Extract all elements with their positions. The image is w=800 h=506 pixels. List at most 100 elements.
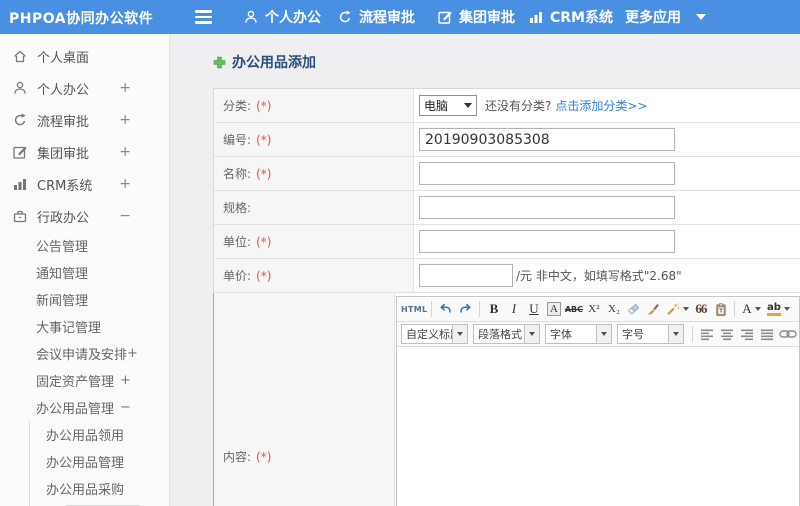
sidebar-item-supplies-manage[interactable]: 办公用品管理 — [30, 448, 169, 475]
required-mark: (*) — [256, 98, 272, 113]
sidebar-item-label: 新闻管理 — [36, 294, 89, 309]
select-arrow-icon — [464, 103, 472, 108]
align-center-button[interactable] — [717, 324, 736, 344]
code-input[interactable] — [419, 128, 675, 151]
highlight-ab-icon: ab — [766, 302, 781, 316]
sidebar-item-supplies-claim[interactable]: 办公用品领用 — [30, 421, 169, 448]
sidebar-item-label: 流程审批 — [37, 114, 90, 130]
form-row-content: 内容: (*) HTML B I U A ABC X² X₂ 66 T A ab… — [213, 293, 800, 506]
align-left-icon — [700, 329, 713, 340]
sidebar-item-news-mgmt[interactable]: 新闻管理 — [0, 286, 169, 313]
nav-personal-office[interactable]: 个人办公 — [243, 0, 321, 34]
sidebar-item-meeting-mgmt[interactable]: 会议申请及安排 + — [0, 340, 169, 367]
char-border-button[interactable]: A — [544, 299, 563, 319]
undo-button[interactable] — [436, 299, 455, 319]
align-justify-icon — [760, 329, 773, 340]
format-painter-button[interactable] — [644, 299, 663, 319]
align-justify-button[interactable] — [757, 324, 776, 344]
sidebar-item-desktop[interactable]: 个人桌面 — [0, 40, 169, 72]
italic-button[interactable]: I — [504, 299, 523, 319]
sidebar-item-label: 固定资产管理 — [36, 375, 115, 390]
price-input[interactable] — [419, 264, 513, 287]
sidebar-item-office-supplies-mgmt[interactable]: 办公用品管理 − — [0, 394, 169, 421]
name-input[interactable] — [419, 162, 675, 185]
highlight-color-button[interactable]: ab — [764, 299, 792, 319]
sidebar-item-label: 公告管理 — [36, 240, 89, 255]
unit-input[interactable] — [419, 230, 675, 253]
form-row-category: 分类: (*) 电脑 还没有分类? 点击添加分类>> — [214, 89, 800, 123]
dropdown-caret-icon — [457, 332, 463, 336]
align-right-button[interactable] — [737, 324, 756, 344]
sidebar-item-label: 行政办公 — [37, 210, 90, 226]
select-dropdown-button[interactable] — [596, 325, 611, 343]
sidebar-subgroup-office-supplies: 办公用品领用 办公用品管理 办公用品采购 — [29, 421, 169, 506]
sidebar-item-label: 大事记管理 — [36, 321, 102, 336]
sidebar-item-supplies-purchase[interactable]: 办公用品采购 — [30, 475, 169, 502]
sidebar-item-admin-office[interactable]: 行政办公 − — [0, 200, 169, 232]
bar-chart-icon — [14, 179, 26, 190]
paragraph-format-select[interactable]: 段落格式 — [473, 324, 540, 344]
expand-plus-icon: + — [119, 80, 131, 96]
flow-arrow-icon — [14, 113, 26, 126]
select-dropdown-button[interactable] — [524, 325, 539, 343]
select-dropdown-button[interactable] — [452, 325, 467, 343]
paste-text-button[interactable]: T — [711, 299, 730, 319]
nav-label: CRM系统 — [550, 10, 613, 26]
label-text: 单价: — [223, 269, 252, 283]
bold-button[interactable]: B — [484, 299, 503, 319]
more-apps-dropdown[interactable] — [696, 0, 706, 34]
app-logo: PHPOA协同办公软件 — [9, 11, 154, 27]
sidebar-item-notice-mgmt[interactable]: 通知管理 — [0, 259, 169, 286]
add-category-link[interactable]: 点击添加分类>> — [555, 97, 647, 114]
sidebar-item-flow-approval[interactable]: 流程审批 + — [0, 104, 169, 136]
flow-arrow-icon — [339, 10, 351, 23]
subscript-button[interactable]: X₂ — [604, 299, 623, 319]
custom-title-select[interactable]: 自定义标题 — [401, 324, 468, 344]
bar-chart-icon — [530, 12, 542, 23]
sidebar-item-events-mgmt[interactable]: 大事记管理 — [0, 313, 169, 340]
strikethrough-button[interactable]: ABC — [564, 299, 583, 319]
superscript-button[interactable]: X² — [584, 299, 603, 319]
spec-input[interactable] — [419, 196, 675, 219]
sidebar-item-truncated[interactable] — [30, 502, 169, 506]
clipboard-icon: T — [716, 302, 726, 316]
edit-icon — [13, 146, 27, 159]
required-mark: (*) — [256, 166, 272, 181]
required-mark: (*) — [256, 449, 272, 464]
sidebar-item-fixed-assets-mgmt[interactable]: 固定资产管理 + — [0, 367, 169, 394]
font-size-select[interactable]: 字号 — [617, 324, 684, 344]
font-color-button[interactable]: A — [739, 299, 763, 319]
auto-typeset-button[interactable] — [664, 299, 690, 319]
nav-label: 个人办公 — [265, 10, 321, 26]
expand-plus-icon: + — [120, 373, 131, 388]
blockquote-button[interactable]: 66 — [691, 299, 710, 319]
editor-toolbar-row2: 自定义标题 段落格式 字体 — [397, 322, 799, 347]
font-color-a-icon: A — [742, 301, 752, 316]
sidebar-item-label: 个人桌面 — [37, 50, 90, 66]
main-content: 办公用品添加 分类: (*) 电脑 还没有分类? 点击添加分类>> 编号: (*… — [170, 34, 800, 506]
page-title-text: 办公用品添加 — [232, 55, 316, 71]
font-family-select[interactable]: 字体 — [545, 324, 612, 344]
html-source-button[interactable]: HTML — [401, 299, 427, 319]
insert-link-button[interactable] — [777, 324, 799, 344]
sidebar-item-label: CRM系统 — [37, 178, 93, 194]
sidebar-item-group-approval[interactable]: 集团审批 + — [0, 136, 169, 168]
sidebar-item-label: 通知管理 — [36, 267, 89, 282]
hamburger-menu-icon[interactable] — [195, 10, 212, 27]
remove-format-button[interactable] — [624, 299, 643, 319]
person-icon — [245, 10, 257, 23]
sidebar-item-announcement-mgmt[interactable]: 公告管理 — [0, 232, 169, 259]
align-left-button[interactable] — [697, 324, 716, 344]
nav-flow-approval[interactable]: 流程审批 — [337, 0, 415, 34]
category-select[interactable]: 电脑 — [419, 95, 477, 116]
sidebar-item-personal-office[interactable]: 个人办公 + — [0, 72, 169, 104]
sidebar-item-crm[interactable]: CRM系统 + — [0, 168, 169, 200]
editor-toolbar-row1: HTML B I U A ABC X² X₂ 66 T A ab — [397, 297, 799, 322]
redo-button[interactable] — [456, 299, 475, 319]
nav-group-approval[interactable]: 集团审批 — [437, 0, 515, 34]
underline-button[interactable]: U — [524, 299, 543, 319]
select-dropdown-button[interactable] — [668, 325, 683, 343]
nav-crm-system[interactable]: CRM系统 — [528, 0, 613, 34]
nav-more-apps[interactable]: 更多应用 — [625, 0, 681, 34]
editor-content-area[interactable] — [397, 347, 799, 506]
